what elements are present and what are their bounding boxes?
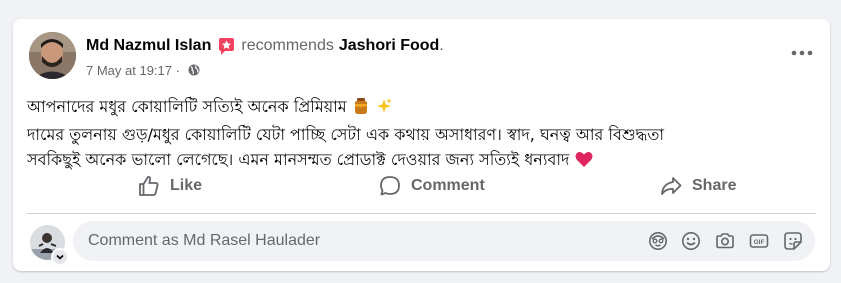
chevron-down-icon[interactable]	[51, 248, 69, 266]
share-button[interactable]: Share	[659, 169, 736, 203]
post-text-line-2: দামের তুলনায় গুড়/মধুর কোয়ালিটি যেটা প…	[27, 125, 665, 144]
comment-button[interactable]: Comment	[378, 169, 485, 203]
actions-divider	[27, 213, 816, 214]
page-name-link[interactable]: Jashori Food	[339, 37, 439, 55]
like-label: Like	[170, 177, 203, 194]
avatar-sticker-icon[interactable]	[648, 231, 668, 251]
comment-label: Comment	[411, 177, 485, 194]
share-icon	[661, 177, 682, 195]
meta-separator: ·	[172, 62, 184, 78]
comment-icon	[380, 176, 400, 196]
sparkles-emoji	[375, 97, 393, 122]
gif-icon[interactable]: GIF	[749, 231, 769, 251]
like-button[interactable]: Like	[137, 169, 202, 203]
post-text-line: দামের তুলনায় গুড়/মধুর কোয়ালিটি যেটা প…	[27, 122, 817, 147]
comment-box: GIF	[73, 221, 815, 261]
post-text: আপনাদের মধুর কোয়ালিটি সত্যিই অনেক প্রিম…	[27, 94, 817, 175]
post-actions: Like Comment Share	[27, 169, 816, 203]
share-label: Share	[692, 177, 737, 194]
post-text-line: আপনাদের মধুর কোয়ালিটি সত্যিই অনেক প্রিম…	[27, 94, 817, 122]
recommendation-star-icon	[217, 37, 236, 56]
post-card: Md Nazmul Islan recommends Jashori Food …	[13, 19, 830, 271]
more-options-button[interactable]	[788, 41, 816, 65]
post-header: Md Nazmul Islan recommends Jashori Food …	[86, 35, 444, 57]
more-horizontal-icon	[791, 50, 813, 56]
svg-text:GIF: GIF	[754, 239, 765, 246]
thumbs-up-icon	[139, 176, 159, 196]
author-avatar[interactable]	[29, 32, 76, 79]
post-text-line-1: আপনাদের মধুর কোয়ালিটি সত্যিই অনেক প্রিম…	[27, 97, 347, 116]
page-suffix: .	[439, 37, 444, 54]
camera-icon[interactable]	[715, 231, 735, 251]
post-meta: 7 May at 19:17 ·	[86, 61, 200, 79]
post-text-line-3: সবকিছুই অনেক ভালো লেগেছে। এমন মানসম্মত প…	[27, 150, 570, 169]
action-text: recommends	[241, 37, 334, 54]
comment-input[interactable]	[88, 221, 608, 261]
globe-icon[interactable]	[188, 64, 200, 76]
sticker-icon[interactable]	[783, 231, 803, 251]
honey-pot-emoji	[352, 97, 370, 122]
post-timestamp[interactable]: 7 May at 19:17	[86, 63, 172, 78]
author-name[interactable]: Md Nazmul Islan	[86, 37, 211, 55]
emoji-icon[interactable]	[681, 231, 701, 251]
